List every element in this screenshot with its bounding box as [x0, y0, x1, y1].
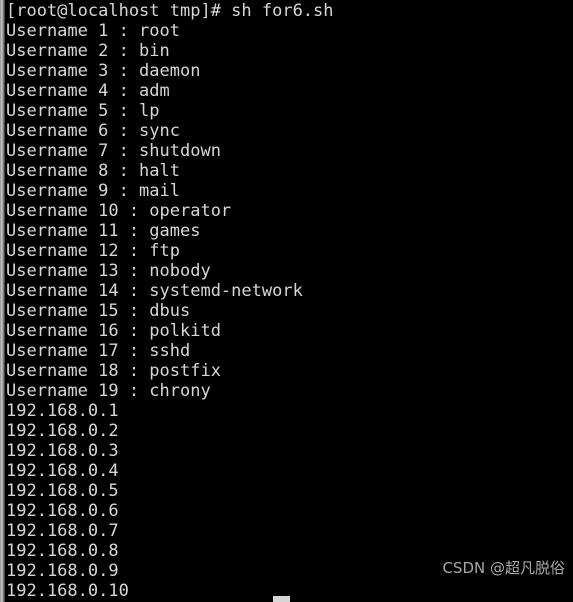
terminal-line: Username 4 : adm	[6, 81, 170, 101]
terminal-line: Username 9 : mail	[6, 181, 180, 201]
terminal-line: Username 2 : bin	[6, 41, 170, 61]
terminal-line: Username 15 : dbus	[6, 301, 191, 321]
terminal-line: Username 5 : lp	[6, 101, 160, 121]
terminal-line: [root@localhost tmp]# sh for6.sh	[6, 1, 334, 21]
terminal-window[interactable]: [root@localhost tmp]# sh for6.sh Usernam…	[0, 0, 573, 602]
terminal-line: 192.168.0.2	[6, 421, 119, 441]
terminal-line: Username 13 : nobody	[6, 261, 211, 281]
terminal-line: Username 3 : daemon	[6, 61, 201, 81]
terminal-line: Username 7 : shutdown	[6, 141, 221, 161]
terminal-line: 192.168.0.7	[6, 521, 119, 541]
terminal-line: Username 16 : polkitd	[6, 321, 221, 341]
terminal-line: 192.168.0.4	[6, 461, 119, 481]
terminal-line: Username 8 : halt	[6, 161, 180, 181]
terminal-line: 192.168.0.6	[6, 501, 119, 521]
terminal-line: Username 18 : postfix	[6, 361, 221, 381]
terminal-line: Username 11 : games	[6, 221, 201, 241]
terminal-line: Username 19 : chrony	[6, 381, 211, 401]
terminal-line: 192.168.0.5	[6, 481, 119, 501]
terminal-line: Username 10 : operator	[6, 201, 232, 221]
watermark: CSDN @超凡脱俗	[442, 559, 565, 577]
terminal-line: 192.168.0.3	[6, 441, 119, 461]
text-cursor	[273, 596, 290, 602]
terminal-output-area[interactable]: [root@localhost tmp]# sh for6.sh Usernam…	[5, 0, 573, 602]
terminal-line: Username 12 : ftp	[6, 241, 180, 261]
terminal-line: 192.168.0.1	[6, 401, 119, 421]
terminal-line: Username 17 : sshd	[6, 341, 191, 361]
terminal-line: Username 6 : sync	[6, 121, 180, 141]
terminal-line: Username 1 : root	[6, 21, 180, 41]
terminal-line: Username 14 : systemd-network	[6, 281, 303, 301]
